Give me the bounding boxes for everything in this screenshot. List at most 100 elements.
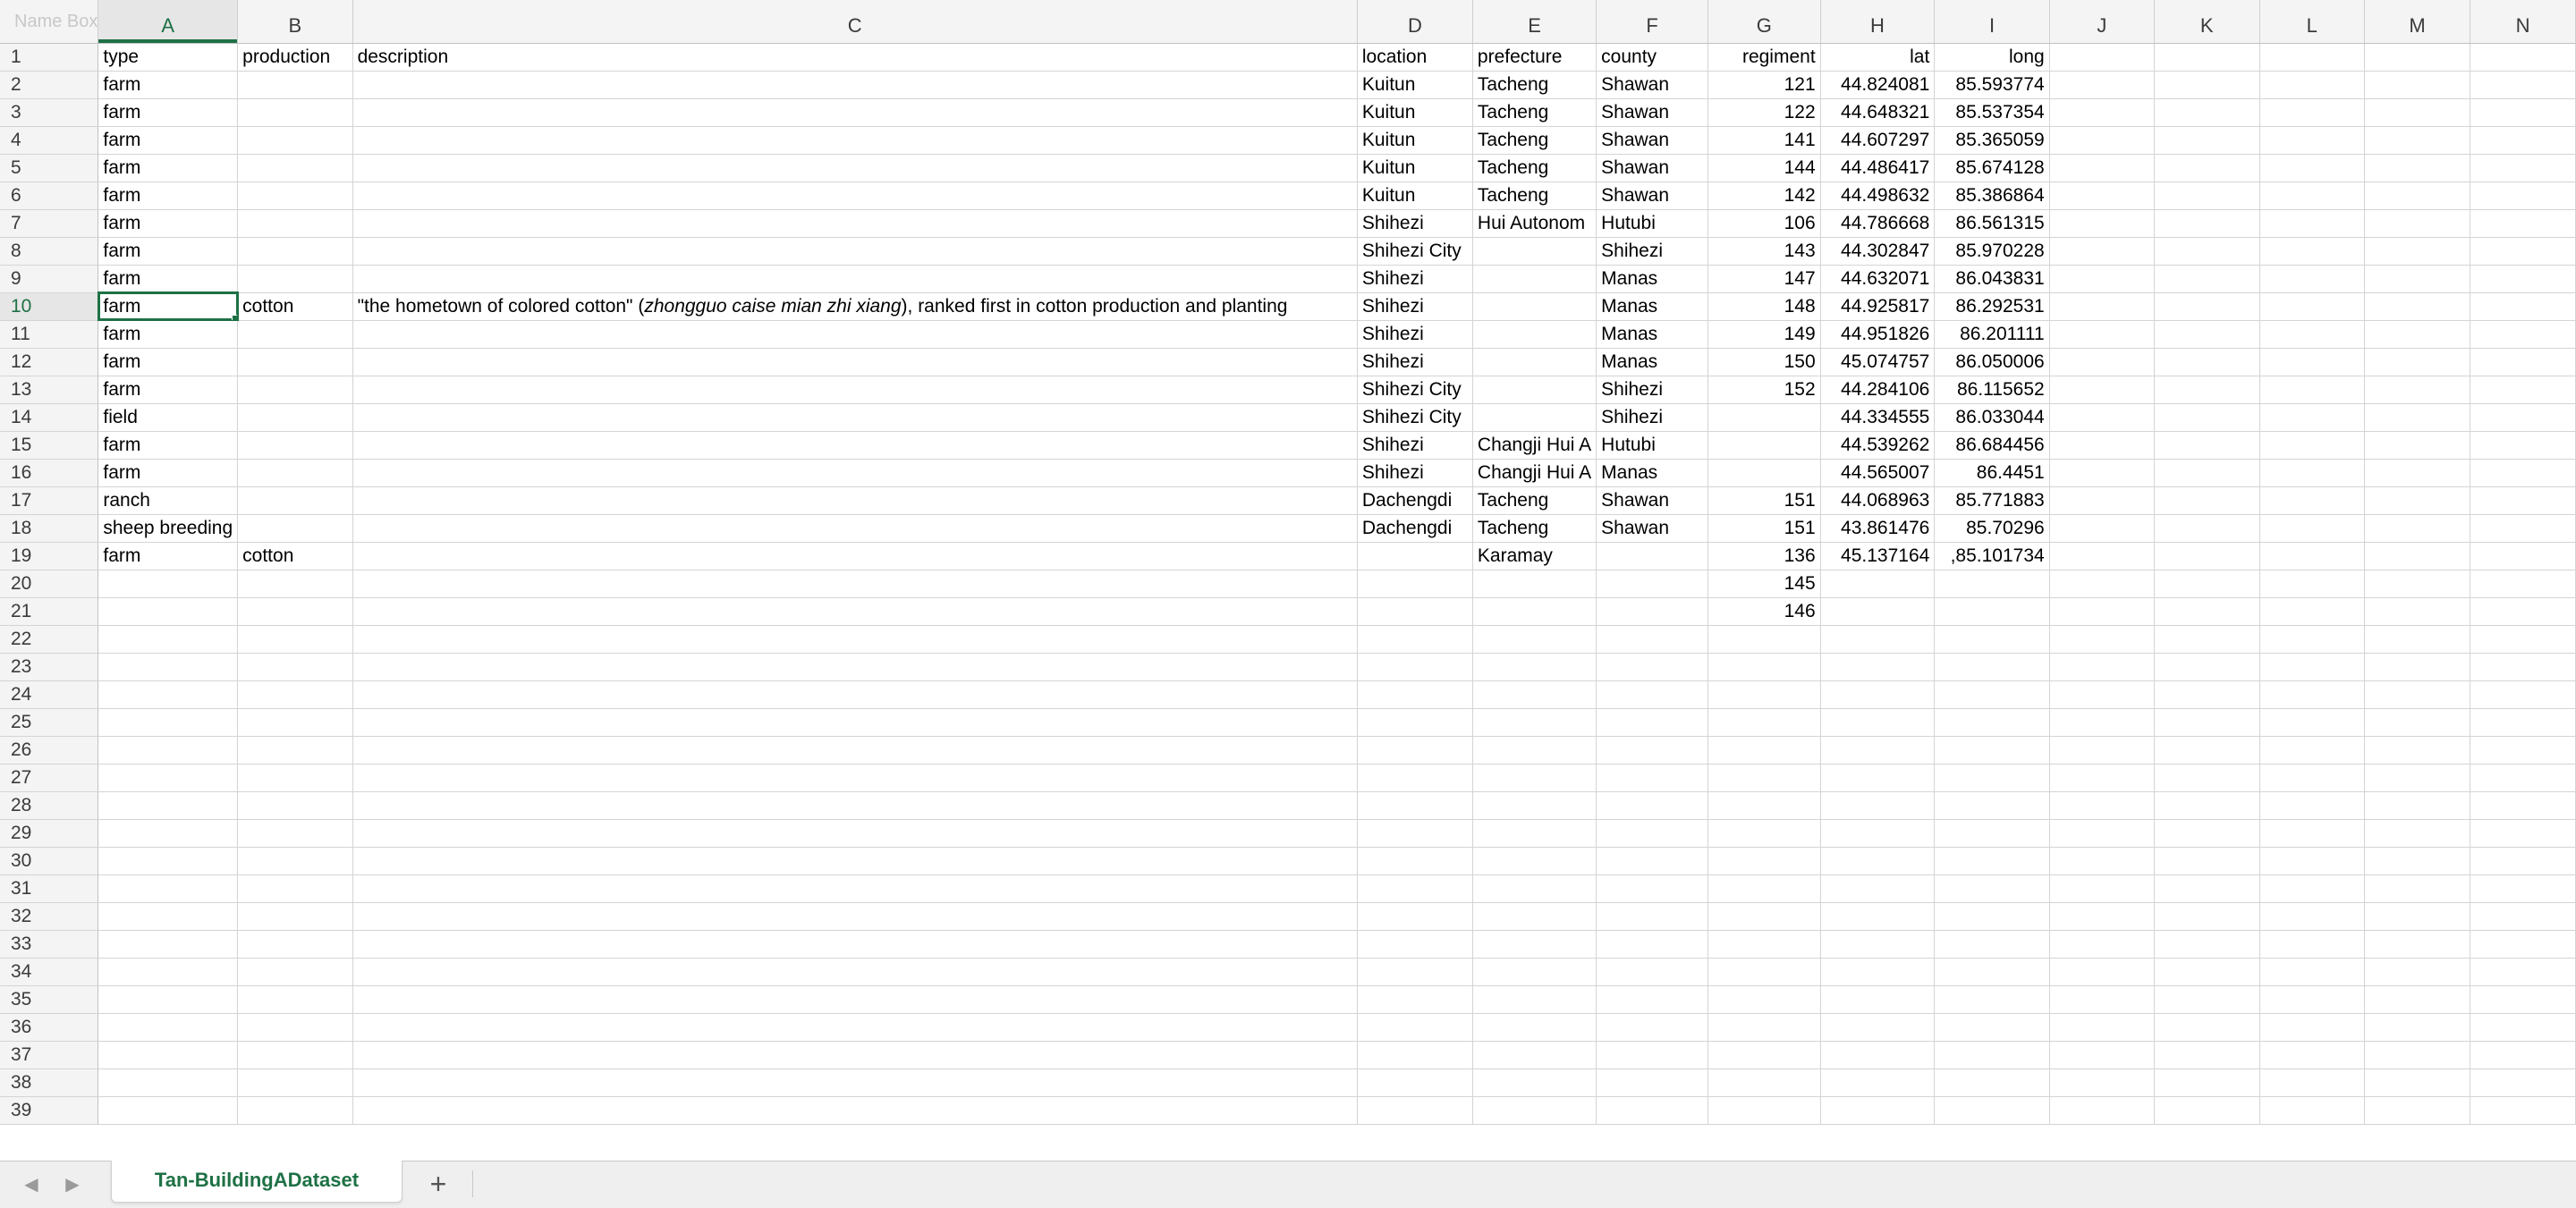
cell-i29[interactable] — [1934, 819, 2050, 848]
cell-b20[interactable] — [237, 570, 353, 598]
cell-m27[interactable] — [2364, 764, 2471, 792]
cell-d11[interactable]: Shihezi — [1357, 320, 1473, 349]
cell-h26[interactable] — [1820, 736, 1936, 765]
column-header-n[interactable]: N — [2470, 0, 2576, 44]
cell-k16[interactable] — [2154, 459, 2260, 487]
cell-a37[interactable] — [97, 1041, 239, 1069]
cell-a24[interactable] — [97, 680, 239, 709]
cell-b3[interactable] — [237, 98, 353, 127]
cell-k8[interactable] — [2154, 237, 2260, 266]
cell-j13[interactable] — [2049, 376, 2155, 404]
cell-m23[interactable] — [2364, 653, 2471, 681]
cell-f5[interactable]: Shawan — [1596, 154, 1709, 182]
name-box[interactable]: Name Box — [14, 12, 97, 31]
row-header[interactable]: 35 — [0, 985, 99, 1014]
cell-i8[interactable]: 85.970228 — [1934, 237, 2050, 266]
cell-a9[interactable]: farm — [97, 265, 239, 293]
cell-a19[interactable]: farm — [97, 542, 239, 570]
cell-a18[interactable]: sheep breeding — [97, 514, 239, 543]
cell-e13[interactable] — [1472, 376, 1597, 404]
cell-n23[interactable] — [2470, 653, 2576, 681]
cell-m34[interactable] — [2364, 958, 2471, 986]
cell-k14[interactable] — [2154, 403, 2260, 432]
cell-f16[interactable]: Manas — [1596, 459, 1709, 487]
cell-h20[interactable] — [1820, 570, 1936, 598]
cell-n30[interactable] — [2470, 847, 2576, 875]
cell-m10[interactable] — [2364, 292, 2471, 321]
cell-c6[interactable] — [352, 182, 1358, 210]
cell-c20[interactable] — [352, 570, 1358, 598]
column-header-k[interactable]: K — [2154, 0, 2260, 44]
column-header-l[interactable]: L — [2259, 0, 2366, 44]
cell-f22[interactable] — [1596, 625, 1709, 654]
cell-e31[interactable] — [1472, 874, 1597, 903]
cell-b16[interactable] — [237, 459, 353, 487]
cell-b4[interactable] — [237, 126, 353, 155]
cell-h24[interactable] — [1820, 680, 1936, 709]
cell-l17[interactable] — [2259, 486, 2366, 515]
cell-k5[interactable] — [2154, 154, 2260, 182]
cell-g23[interactable] — [1707, 653, 1821, 681]
cell-h21[interactable] — [1820, 597, 1936, 626]
cell-h39[interactable] — [1820, 1096, 1936, 1125]
cell-c16[interactable] — [352, 459, 1358, 487]
row-header[interactable]: 13 — [0, 376, 99, 404]
cell-m37[interactable] — [2364, 1041, 2471, 1069]
cell-d3[interactable]: Kuitun — [1357, 98, 1473, 127]
cell-i2[interactable]: 85.593774 — [1934, 71, 2050, 99]
cell-m29[interactable] — [2364, 819, 2471, 848]
cell-i31[interactable] — [1934, 874, 2050, 903]
cell-l2[interactable] — [2259, 71, 2366, 99]
cell-m14[interactable] — [2364, 403, 2471, 432]
cell-d9[interactable]: Shihezi — [1357, 265, 1473, 293]
row-header[interactable]: 8 — [0, 237, 99, 266]
cell-k15[interactable] — [2154, 431, 2260, 460]
cell-j1[interactable] — [2049, 43, 2155, 72]
cell-i11[interactable]: 86.201111 — [1934, 320, 2050, 349]
cell-e18[interactable]: Tacheng — [1472, 514, 1597, 543]
row-header[interactable]: 21 — [0, 597, 99, 626]
cell-k23[interactable] — [2154, 653, 2260, 681]
cell-b1[interactable]: production — [237, 43, 353, 72]
cell-m7[interactable] — [2364, 209, 2471, 238]
cell-e22[interactable] — [1472, 625, 1597, 654]
cell-j18[interactable] — [2049, 514, 2155, 543]
cell-c15[interactable] — [352, 431, 1358, 460]
cell-b31[interactable] — [237, 874, 353, 903]
cell-a23[interactable] — [97, 653, 239, 681]
cell-a22[interactable] — [97, 625, 239, 654]
cell-c23[interactable] — [352, 653, 1358, 681]
cell-f13[interactable]: Shihezi — [1596, 376, 1709, 404]
cell-c37[interactable] — [352, 1041, 1358, 1069]
cell-n34[interactable] — [2470, 958, 2576, 986]
cell-e34[interactable] — [1472, 958, 1597, 986]
cell-g16[interactable] — [1707, 459, 1821, 487]
cell-c4[interactable] — [352, 126, 1358, 155]
cell-i15[interactable]: 86.684456 — [1934, 431, 2050, 460]
cell-j4[interactable] — [2049, 126, 2155, 155]
column-header-m[interactable]: M — [2364, 0, 2471, 44]
cell-l9[interactable] — [2259, 265, 2366, 293]
cell-l32[interactable] — [2259, 902, 2366, 931]
cell-h7[interactable]: 44.786668 — [1820, 209, 1936, 238]
cell-e21[interactable] — [1472, 597, 1597, 626]
cell-f30[interactable] — [1596, 847, 1709, 875]
cell-g33[interactable] — [1707, 930, 1821, 959]
cell-a3[interactable]: farm — [97, 98, 239, 127]
cell-i13[interactable]: 86.115652 — [1934, 376, 2050, 404]
cell-j22[interactable] — [2049, 625, 2155, 654]
cell-i10[interactable]: 86.292531 — [1934, 292, 2050, 321]
cell-l39[interactable] — [2259, 1096, 2366, 1125]
cell-l22[interactable] — [2259, 625, 2366, 654]
cell-l5[interactable] — [2259, 154, 2366, 182]
cell-n6[interactable] — [2470, 182, 2576, 210]
cell-i27[interactable] — [1934, 764, 2050, 792]
cell-m6[interactable] — [2364, 182, 2471, 210]
cell-j26[interactable] — [2049, 736, 2155, 765]
cell-g22[interactable] — [1707, 625, 1821, 654]
cell-i38[interactable] — [1934, 1069, 2050, 1097]
cell-m3[interactable] — [2364, 98, 2471, 127]
cell-a26[interactable] — [97, 736, 239, 765]
cell-i18[interactable]: 85.70296 — [1934, 514, 2050, 543]
cell-f33[interactable] — [1596, 930, 1709, 959]
